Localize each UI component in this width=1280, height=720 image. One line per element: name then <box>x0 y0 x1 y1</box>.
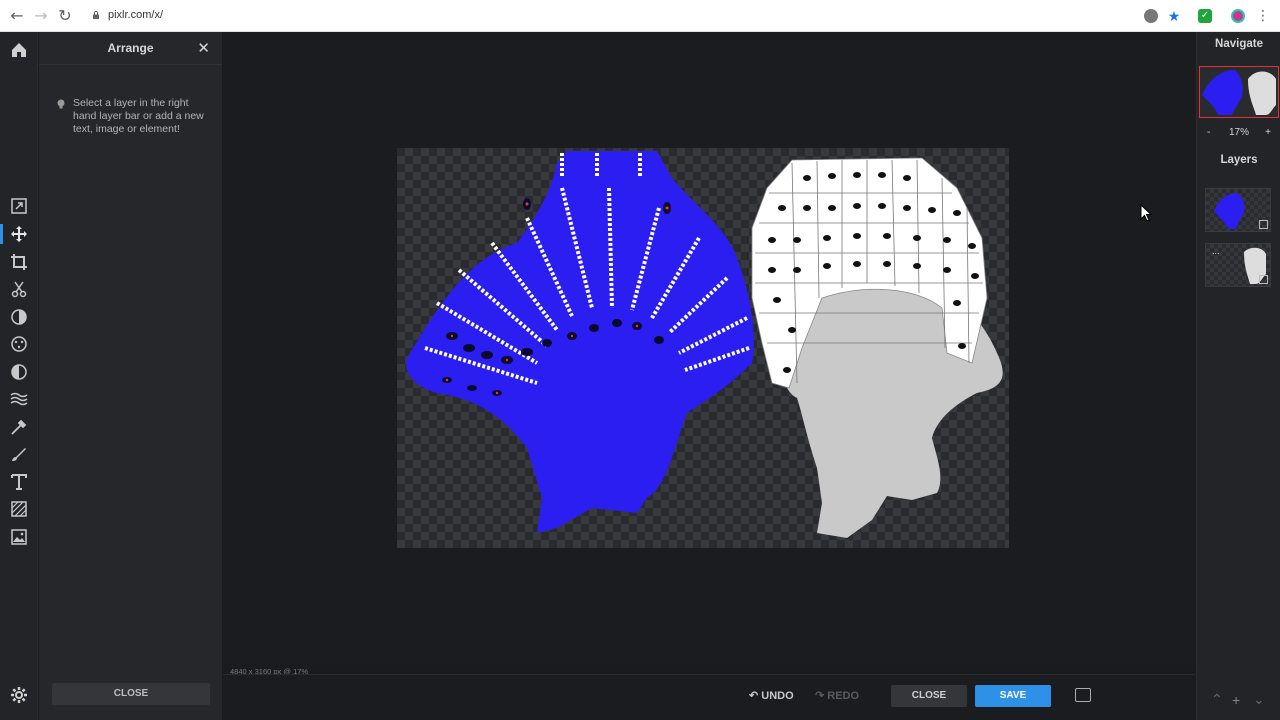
panel-title: Arrange <box>107 41 154 55</box>
image-icon[interactable] <box>9 527 29 547</box>
wave-icon[interactable] <box>9 389 29 409</box>
zoom-controls: - 17% + <box>1197 127 1280 141</box>
expand-icon[interactable]: ⌄ <box>1253 691 1265 708</box>
adjust-icon[interactable] <box>9 307 29 327</box>
liquify-icon[interactable] <box>9 362 29 382</box>
layer-visibility-checkbox[interactable] <box>1259 275 1268 284</box>
layer-thumbnail-gray[interactable]: ... <box>1205 243 1271 287</box>
address-bar[interactable]: pixlr.com/x/ <box>108 9 163 21</box>
mouse-cursor-icon <box>1140 204 1152 222</box>
lock-icon <box>93 11 99 19</box>
menu-icon[interactable]: ⋮ <box>1254 7 1272 25</box>
close-icon[interactable]: ✕ <box>197 39 210 57</box>
reload-icon[interactable]: ↻ <box>56 7 74 25</box>
retouch-icon[interactable] <box>9 417 29 437</box>
lightbulb-icon <box>57 99 65 109</box>
add-layer-icon[interactable]: + <box>1232 692 1240 708</box>
navigator-thumbnail[interactable] <box>1199 66 1279 118</box>
checkmark-extension-icon[interactable]: ✓ <box>1198 9 1212 23</box>
cutout-icon[interactable] <box>9 279 29 299</box>
extension-icon[interactable] <box>1144 9 1158 23</box>
close-button[interactable]: CLOSE <box>891 685 967 707</box>
arrange-icon[interactable] <box>0 224 29 244</box>
pattern-icon[interactable] <box>9 499 29 519</box>
zoom-in-button[interactable]: + <box>1265 127 1271 138</box>
tool-sidebar <box>0 32 38 720</box>
image-canvas[interactable] <box>397 148 1009 548</box>
home-icon[interactable] <box>9 40 29 60</box>
star-icon[interactable]: ★ <box>1167 9 1181 23</box>
panel-close-button[interactable]: CLOSE <box>52 683 210 705</box>
settings-icon[interactable] <box>9 685 29 705</box>
text-icon[interactable] <box>9 472 29 492</box>
undo-button[interactable]: ↶ UNDO <box>749 689 794 702</box>
layers-title: Layers <box>1220 154 1258 166</box>
layer-more-icon[interactable]: ... <box>1212 246 1220 256</box>
redo-label: REDO <box>827 690 860 702</box>
navigate-title: Navigate <box>1215 38 1263 50</box>
profile-icon[interactable] <box>1231 9 1245 23</box>
divider <box>39 64 222 65</box>
blue-figure <box>406 151 754 533</box>
layer-visibility-checkbox[interactable] <box>1259 220 1268 229</box>
undo-label: UNDO <box>761 690 794 702</box>
redo-button[interactable]: ↷ REDO <box>815 689 859 702</box>
arrange-panel: Arrange ✕ Select a layer in the right ha… <box>39 32 222 720</box>
open-image-icon[interactable] <box>9 196 29 216</box>
gray-figure <box>751 157 1003 538</box>
back-icon[interactable]: ← <box>8 7 26 25</box>
crop-icon[interactable] <box>9 252 29 272</box>
hint-text: Select a layer in the right hand layer b… <box>73 97 204 135</box>
forward-icon[interactable]: → <box>32 7 50 25</box>
artwork <box>406 151 1003 538</box>
save-button[interactable]: SAVE <box>975 685 1051 707</box>
toggle-panel-icon[interactable] <box>1075 688 1091 702</box>
draw-icon[interactable] <box>9 444 29 464</box>
undo-icon: ↶ <box>749 690 762 702</box>
redo-icon: ↷ <box>815 690 828 702</box>
collapse-icon[interactable]: ⌃ <box>1211 691 1223 708</box>
filter-icon[interactable] <box>9 334 29 354</box>
right-panel: Navigate - 17% + Layers ... ⌃ + ⌄ <box>1196 32 1280 720</box>
browser-toolbar: ← → ↻ pixlr.com/x/ ★ ✓ ⋮ <box>0 0 1280 32</box>
bottom-bar: ↶ UNDO ↷ REDO CLOSE SAVE <box>223 674 1195 720</box>
workspace <box>223 32 1195 664</box>
layer-thumbnail-blue[interactable] <box>1205 188 1271 232</box>
